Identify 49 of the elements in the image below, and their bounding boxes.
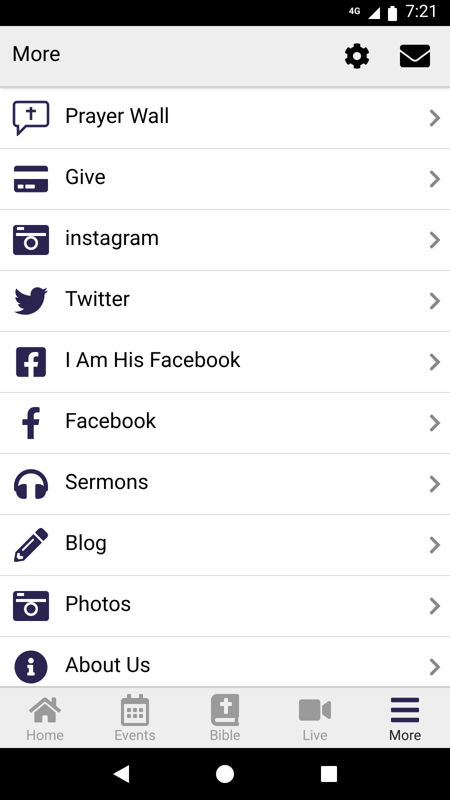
item-label: Sermons (65, 470, 150, 498)
menu-list-item[interactable]: Give (0, 149, 450, 210)
pencil-icon (14, 528, 48, 562)
clock: 7:21 (405, 1, 438, 24)
chevron-right-icon (428, 108, 442, 128)
menu-list-item[interactable]: I Am His Facebook (0, 332, 450, 393)
item-label: Blog (65, 531, 108, 558)
menu-list-item[interactable]: Facebook (0, 393, 450, 454)
chevron-right-icon (428, 535, 442, 555)
item-label: Photos (65, 592, 132, 620)
chevron-right-icon (428, 596, 442, 616)
back-button[interactable] (113, 765, 130, 783)
camera-icon (12, 224, 50, 256)
item-label: Prayer Wall (65, 104, 170, 132)
menu-list-item[interactable]: Blog (0, 515, 450, 576)
chevron-right-icon (428, 352, 442, 372)
info-icon (14, 650, 48, 684)
item-label: About Us (65, 653, 152, 680)
menu-list-item[interactable]: Twitter (0, 271, 450, 332)
speech-bubble-cross-icon (12, 100, 50, 136)
network-label: 4G (348, 6, 360, 20)
book-icon (209, 694, 241, 726)
chevron-right-icon (428, 169, 442, 189)
menu-list-item[interactable]: instagram (0, 210, 450, 271)
camera-icon (12, 590, 50, 622)
chevron-right-icon (428, 474, 442, 494)
chevron-right-icon (428, 291, 442, 311)
home-button[interactable] (216, 765, 234, 783)
signal-icon (368, 7, 380, 19)
item-label: instagram (65, 226, 160, 254)
item-label: I Am His Facebook (65, 348, 242, 376)
recents-button[interactable] (320, 766, 337, 782)
chevron-right-icon (428, 230, 442, 250)
item-label: Give (65, 165, 107, 192)
item-label: Facebook (65, 409, 158, 436)
chevron-right-icon (428, 657, 442, 677)
settings-button[interactable] (344, 43, 370, 69)
bird-icon (14, 284, 48, 318)
tab[interactable]: More (360, 688, 450, 748)
page-title: More (12, 42, 62, 70)
headphones-icon (14, 467, 48, 501)
facebook-icon (14, 345, 48, 379)
item-label: Twitter (65, 287, 131, 314)
chevron-right-icon (428, 413, 442, 433)
battery-icon (388, 6, 398, 20)
menu-list-item[interactable]: Prayer Wall (0, 88, 450, 149)
menu-list-item[interactable]: Photos (0, 576, 450, 637)
menu-list-item[interactable]: Sermons (0, 454, 450, 515)
calendar-icon (119, 694, 151, 726)
